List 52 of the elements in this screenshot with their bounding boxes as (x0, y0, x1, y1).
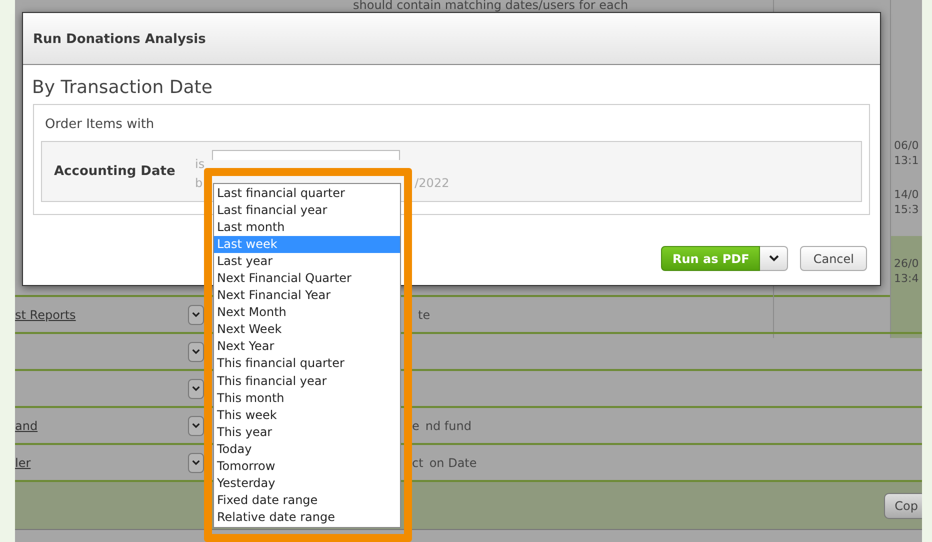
chevron-down-icon (192, 348, 200, 354)
dialog-title: Run Donations Analysis (33, 32, 206, 47)
chevron-down-icon (192, 460, 200, 466)
dropdown-option[interactable]: Today (214, 440, 400, 458)
dropdown-option[interactable]: This month (214, 390, 400, 407)
expand-button[interactable] (188, 452, 204, 472)
group-label: Order Items with (45, 117, 156, 132)
row-text: on Date (429, 456, 477, 470)
row-text: ct (412, 456, 424, 470)
dropdown-option[interactable]: Next Financial Year (214, 287, 400, 304)
dropdown-option[interactable]: Last year (214, 253, 400, 270)
chevron-down-icon (192, 422, 200, 428)
dropdown-option[interactable]: Relative date range (214, 508, 400, 526)
expand-button[interactable] (188, 304, 204, 324)
description-text: should contain matching dates/users for each (353, 0, 630, 12)
date-cell: 26/0 13:4 (891, 236, 922, 338)
cancel-button[interactable]: Cancel (800, 246, 867, 271)
operator-text: is (195, 156, 205, 170)
row-text: te (418, 308, 430, 322)
dropdown-option[interactable]: Last financial year (214, 202, 400, 220)
run-options-button[interactable] (760, 246, 788, 271)
field-label: Accounting Date (54, 164, 176, 179)
dropdown-option[interactable]: Fixed date range (214, 492, 400, 509)
dropdown-option[interactable]: This financial year (214, 372, 400, 390)
section-title: By Transaction Date (32, 77, 214, 98)
expand-button[interactable] (188, 378, 204, 398)
dropdown-option[interactable]: This financial quarter (214, 355, 400, 373)
date-text: /2022 (414, 176, 450, 190)
report-link[interactable]: ler (15, 456, 31, 470)
row-text: nd fund (425, 418, 472, 432)
report-link[interactable]: st Reports (15, 308, 76, 322)
expand-button[interactable] (188, 416, 204, 436)
chevron-down-icon (768, 255, 779, 262)
dropdown-option[interactable]: Next Month (214, 304, 400, 322)
expand-button[interactable] (188, 342, 204, 362)
dropdown-option[interactable]: Yesterday (214, 474, 400, 492)
operator-text: b (195, 176, 203, 190)
copy-button[interactable]: Cop (884, 492, 922, 518)
dropdown-option[interactable]: Tomorrow (214, 458, 400, 475)
date-cell-text: 14/0 15:3 (893, 187, 920, 218)
chevron-down-icon (192, 312, 200, 318)
row-text: e (412, 418, 420, 432)
chevron-down-icon (192, 386, 200, 392)
dropdown-option[interactable]: Last financial quarter (214, 185, 400, 202)
dropdown-option[interactable]: Last month (214, 219, 400, 236)
dropdown-option[interactable]: This week (214, 406, 400, 424)
dropdown-option[interactable]: Next Financial Quarter (214, 270, 400, 288)
dropdown-option[interactable]: Next Year (214, 338, 400, 356)
dropdown-option[interactable]: Next Week (214, 321, 400, 338)
dropdown-option[interactable]: This year (214, 424, 400, 441)
date-cell-text: 06/0 13:1 (893, 138, 920, 169)
report-link[interactable]: and (15, 418, 38, 432)
